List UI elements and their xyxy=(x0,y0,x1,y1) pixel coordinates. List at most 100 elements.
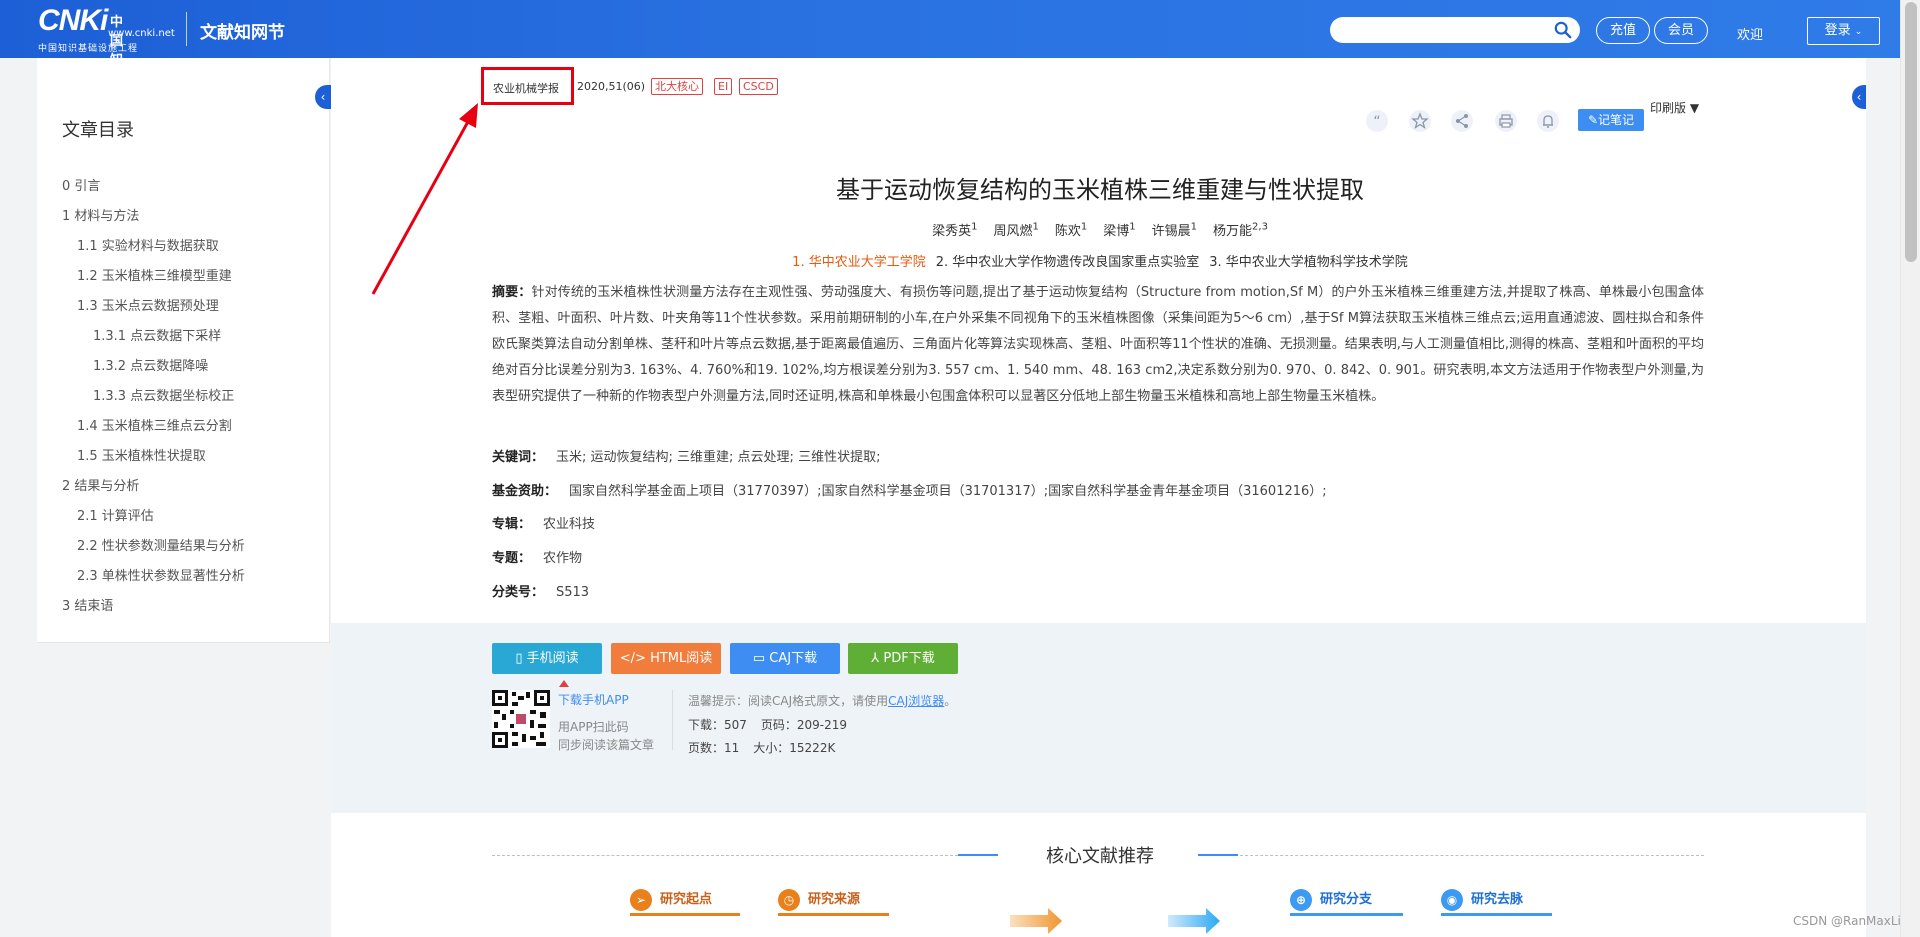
toc-item[interactable]: 1.3.2 点云数据降噪 xyxy=(62,352,245,382)
toc-item[interactable]: 2 结果与分析 xyxy=(62,472,245,502)
recommend-title: 核心文献推荐 xyxy=(1046,846,1154,867)
toc-item[interactable]: 1.3 玉米点云数据预处理 xyxy=(62,292,245,322)
author-link[interactable]: 梁博1 xyxy=(1103,221,1136,239)
author-link[interactable]: 梁秀英1 xyxy=(932,222,977,239)
toc-item[interactable]: 0 引言 xyxy=(62,172,245,202)
affiliation-link[interactable]: 3. 华中农业大学植物科学技术学院 xyxy=(1209,255,1408,270)
affiliation-link[interactable]: 1. 华中农业大学工学院 xyxy=(792,255,926,270)
tab-research-source-label: 研究来源 xyxy=(808,892,861,907)
tab-research-trend[interactable]: ◉ 研究去脉 xyxy=(1441,888,1552,916)
tab-research-start-label: 研究起点 xyxy=(660,892,713,907)
toc-item[interactable]: 1.3.3 点云数据坐标校正 xyxy=(62,382,245,412)
topic-row: 专题： 农作物 xyxy=(492,547,582,566)
download-divider xyxy=(672,690,673,750)
arrow-right-icon xyxy=(1168,908,1220,934)
mobile-read-button[interactable]: ▯ 手机阅读 xyxy=(492,643,602,674)
toc-title: 文章目录 xyxy=(62,120,134,141)
pdf-download-button[interactable]: ⅄ PDF下载 xyxy=(848,643,958,674)
series-row: 专辑： 农业科技 xyxy=(492,513,595,532)
stats-row-2: 页数：11 大小：15222K xyxy=(688,739,849,756)
toc-item[interactable]: 1.4 玉米植株三维点云分割 xyxy=(62,412,245,442)
badge-cscd: CSCD xyxy=(739,78,778,95)
welcome-text: 欢迎 xyxy=(1737,28,1764,43)
class-value: S513 xyxy=(556,585,590,600)
tab-research-branch[interactable]: ⊕ 研究分支 xyxy=(1290,888,1403,916)
pencil-icon: ✎ xyxy=(1587,113,1599,127)
toc-item[interactable]: 2.2 性状参数测量结果与分析 xyxy=(62,532,245,562)
download-count: 下载：507 xyxy=(688,718,747,732)
bell-icon[interactable] xyxy=(1537,110,1559,132)
series-label: 专辑： xyxy=(492,517,532,532)
file-size: 大小：15222K xyxy=(753,741,836,755)
top-header: CNKi 中国知网 www.cnki.net 中国知识基础设施工程 文献知网节 … xyxy=(0,0,1900,88)
author-affil-sup: 1 xyxy=(1080,221,1088,233)
html-read-button[interactable]: </> HTML阅读 xyxy=(611,643,721,674)
login-button[interactable]: 登录 ⌄ xyxy=(1807,17,1880,45)
affiliation-link[interactable]: 2. 华中农业大学作物遗传改良国家重点实验室 xyxy=(936,255,1200,270)
author-link[interactable]: 许锡晨1 xyxy=(1151,222,1197,239)
clock-icon: ◷ xyxy=(778,888,800,911)
search-icon[interactable] xyxy=(1554,21,1572,39)
scroll-thumb[interactable] xyxy=(1905,2,1917,262)
author-name: 周风燃 xyxy=(993,224,1033,239)
author-link[interactable]: 陈欢1 xyxy=(1054,221,1088,239)
chevron-left-icon: ‹ xyxy=(1856,90,1862,104)
keywords-value[interactable]: 玉米; 运动恢复结构; 三维重建; 点云处理; 三维性状提取; xyxy=(556,450,880,465)
journal-issue: . 2020,51(06) xyxy=(570,80,646,93)
class-label: 分类号： xyxy=(492,585,545,600)
download-app-link[interactable]: 下载手机APP xyxy=(558,691,629,708)
print-version-dropdown[interactable]: 印刷版 ▼ xyxy=(1650,99,1699,116)
badge-ei: EI xyxy=(714,78,733,95)
toc-item[interactable]: 2.3 单株性状参数显著性分析 xyxy=(62,562,245,592)
code-icon: </> xyxy=(619,651,651,666)
vip-button[interactable]: 会员 xyxy=(1654,17,1708,44)
print-icon[interactable] xyxy=(1495,110,1517,132)
send-icon: ➢ xyxy=(630,888,652,911)
print-version-label: 印刷版 xyxy=(1650,101,1687,115)
toc-item[interactable]: 1.5 玉米植株性状提取 xyxy=(62,442,245,472)
rec-accent-right xyxy=(1198,854,1238,856)
cite-icon[interactable]: “ xyxy=(1366,110,1388,132)
tip-suffix: 。 xyxy=(944,694,957,708)
page-scrollbar[interactable] xyxy=(1900,0,1920,937)
page-range: 页码：209-219 xyxy=(760,718,848,732)
toc-item[interactable]: 1 材料与方法 xyxy=(62,202,245,232)
branch-icon: ⊕ xyxy=(1290,888,1312,911)
series-value: 农业科技 xyxy=(543,517,596,532)
toc-sidebar: 文章目录 0 引言 1 材料与方法 1.1 实验材料与数据获取 1.2 玉米植株三维模… xyxy=(37,58,330,643)
cnki-logo[interactable]: CNKi 中国知网 www.cnki.net 中国知识基础设施工程 xyxy=(38,6,175,88)
toc-item[interactable]: 1.1 实验材料与数据获取 xyxy=(62,232,245,262)
toc-item[interactable]: 1.2 玉米植株三维模型重建 xyxy=(62,262,245,292)
html-read-label: HTML阅读 xyxy=(650,651,713,666)
header-divider xyxy=(186,12,187,46)
author-link[interactable]: 杨万能2,3 xyxy=(1213,222,1268,239)
author-name: 杨万能 xyxy=(1213,224,1253,239)
toc-item[interactable]: 1.3.1 点云数据下采样 xyxy=(62,322,245,352)
take-note-button[interactable]: ✎记笔记 xyxy=(1578,109,1644,131)
toc-item[interactable]: 3 结束语 xyxy=(62,592,245,622)
abstract: 摘要：针对传统的玉米植株性状测量方法存在主观性强、劳动强度大、有损伤等问题,提出… xyxy=(492,280,1704,410)
logo-sub: 中国知识基础设施工程 xyxy=(38,44,139,54)
funding-value[interactable]: 国家自然科学基金面上项目（31770397）;国家自然科学基金项目（317013… xyxy=(569,484,1327,499)
caj-browser-link[interactable]: CAJ浏览器 xyxy=(888,694,944,708)
author-link[interactable]: 周风燃1 xyxy=(993,221,1039,239)
author-affil-sup: 1 xyxy=(1129,221,1136,233)
recharge-button[interactable]: 充值 xyxy=(1596,17,1650,44)
toc-item[interactable]: 2.1 计算评估 xyxy=(62,502,245,532)
favorite-star-icon[interactable] xyxy=(1409,110,1431,132)
abstract-text: 针对传统的玉米植株性状测量方法存在主观性强、劳动强度大、有损伤等问题,提出了基于… xyxy=(492,285,1704,404)
funding-row: 基金资助： 国家自然科学基金面上项目（31770397）;国家自然科学基金项目（3… xyxy=(492,480,1327,499)
stats-row-1: 下载：507 页码：209-219 xyxy=(688,716,861,733)
caj-tip: 温馨提示：阅读CAJ格式原文，请使用CAJ浏览器。 xyxy=(688,692,956,709)
share-icon[interactable] xyxy=(1451,110,1473,132)
caj-download-button[interactable]: ▭ CAJ下载 xyxy=(730,643,840,674)
chevron-left-icon: ‹ xyxy=(320,90,326,104)
author-affil-sup: 1 xyxy=(1032,221,1039,233)
search-input[interactable] xyxy=(1330,17,1580,43)
author-name: 许锡晨 xyxy=(1151,224,1191,239)
author-name: 陈欢 xyxy=(1054,224,1081,239)
tab-research-source[interactable]: ◷ 研究来源 xyxy=(778,888,889,916)
caj-download-label: CAJ下载 xyxy=(769,651,818,666)
tab-research-start[interactable]: ➢ 研究起点 xyxy=(630,888,740,916)
toc-list: 0 引言 1 材料与方法 1.1 实验材料与数据获取 1.2 玉米植株三维模型重建 1.… xyxy=(62,172,245,622)
